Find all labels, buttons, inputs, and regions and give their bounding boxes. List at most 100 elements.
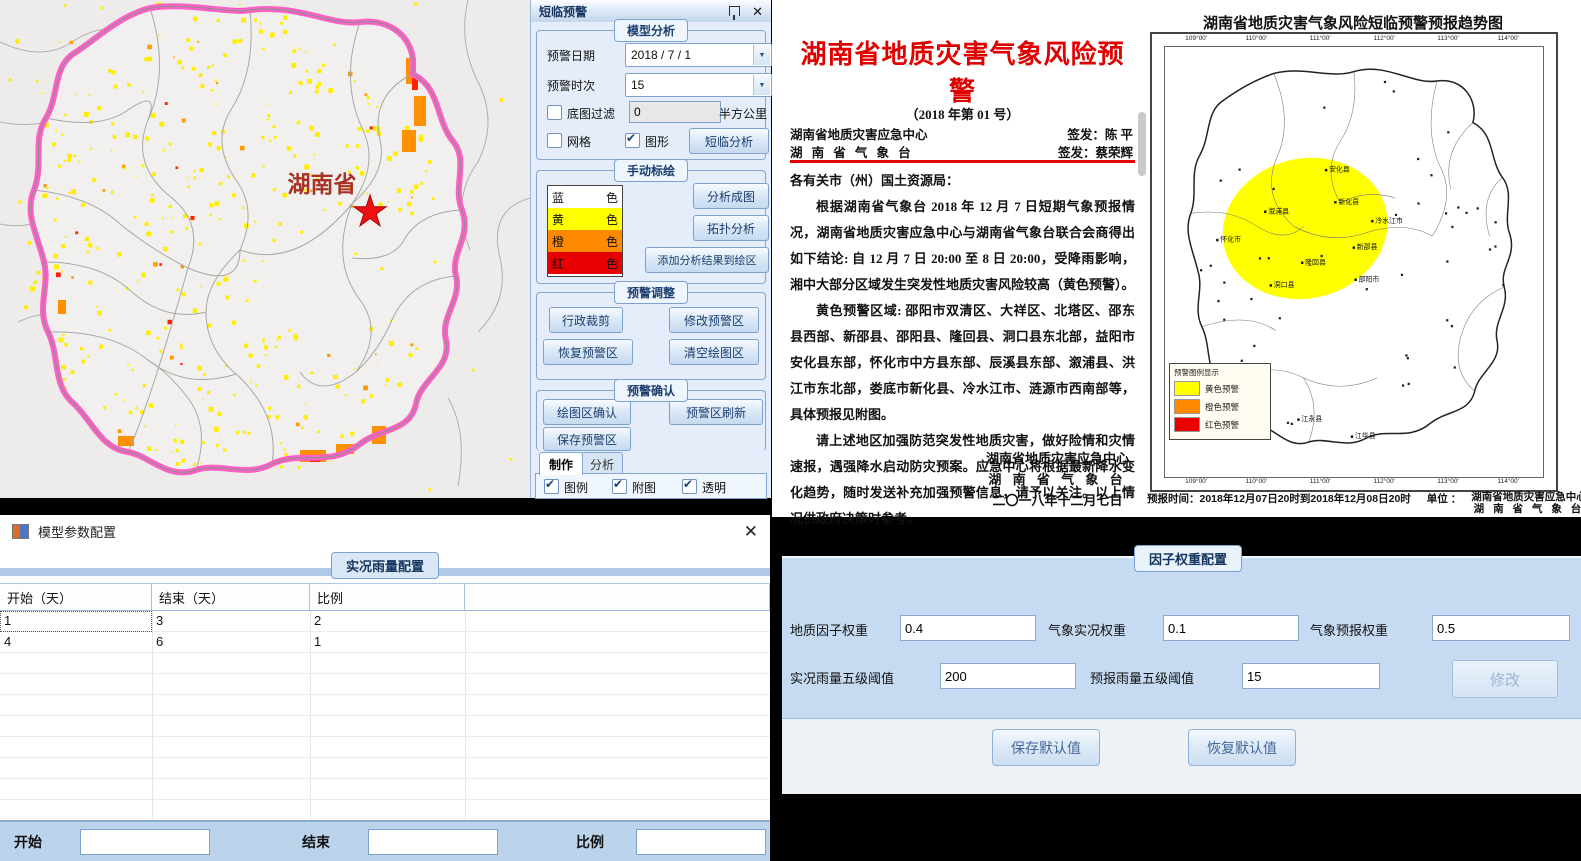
county-label: 邵阳市 [1359,274,1380,283]
draw-area-confirm-button[interactable]: 绘图区确认 [543,399,631,425]
signature-org2: 湖 南 省 气 象 台 [986,469,1129,490]
legend-checkbox[interactable] [544,479,559,494]
county-label: 冷水江市 [1375,216,1403,225]
col-start[interactable]: 开始（天） [0,584,152,610]
obs-weight-input[interactable] [1163,615,1299,641]
close-icon[interactable]: ✕ [752,5,763,18]
table-row[interactable]: 1 3 2 [0,611,770,632]
model-analysis-group-label: 模型分析 [614,19,688,42]
legend-item-orange: 橙色预警 [1174,399,1266,414]
legend-label: 红色预警 [1205,419,1239,431]
document-sign-line2: 签发：蔡荣辉 [1058,142,1133,161]
warning-time-select[interactable]: 15 ▼ [625,73,772,97]
trend-map-panel: 湖南省地质灾害气象风险短临预警预报趋势图 109°00′ 110°00′ 111… [1147,4,1559,514]
end-label: 结束 [302,832,330,852]
color-item-red[interactable]: 红 色 [548,252,622,274]
warning-date-select[interactable]: 2018 / 7 / 1 ▼ [625,43,772,67]
color-item-blue[interactable]: 蓝 色 [548,186,622,208]
dialog-titlebar[interactable]: 模型参数配置 ✕ [0,515,770,548]
start-input[interactable] [80,829,210,855]
transparent-checkbox[interactable] [682,479,697,494]
county-label: 江永县 [1301,414,1322,423]
save-defaults-button[interactable]: 保存默认值 [992,729,1100,766]
restore-defaults-button[interactable]: 恢复默认值 [1188,729,1296,766]
tab-analysis[interactable]: 分析 [581,452,623,475]
attach-map-checkbox-label: 附图 [632,479,656,496]
forecast-weight-label: 气象预报权重 [1310,620,1388,639]
geo-weight-label: 地质因子权重 [790,620,868,639]
dialog-footer-bar: 开始 结束 比例 [0,820,770,861]
col-ratio[interactable]: 比例 [310,584,465,610]
modify-button[interactable]: 修改 [1452,660,1558,698]
factor-weight-group-label: 因子权重配置 [1134,545,1242,572]
grid-label: 网格 [567,133,591,150]
pin-icon[interactable] [729,6,740,16]
cell-ratio[interactable]: 1 [310,632,465,653]
lon-tick: 112°00′ [1373,478,1394,485]
forecast-threshold-input[interactable] [1242,663,1380,689]
cell-end[interactable]: 6 [152,632,310,653]
lon-tick: 113°00′ [1437,478,1458,485]
factor-weight-panel: 因子权重配置 地质因子权重 气象实况权重 气象预报权重 实况雨量五级阈值 预报雨… [782,556,1581,794]
warning-document: 湖南省地质灾害气象风险预警 （2018 年第 01 号） 湖南省地质灾害应急中心… [790,0,1135,517]
close-icon[interactable]: ✕ [744,522,758,542]
warning-time-value: 15 [631,78,644,92]
lon-tick: 114°00′ [1497,35,1518,42]
modify-warning-area-button[interactable]: 修改预警区 [669,307,759,333]
lon-tick: 111°00′ [1310,478,1331,485]
obs-threshold-label: 实况雨量五级阈值 [790,668,894,687]
end-input[interactable] [368,829,498,855]
warning-area-refresh-button[interactable]: 预警区刷新 [669,399,763,425]
cell-start[interactable]: 1 [0,611,152,632]
cell-end[interactable]: 3 [152,611,310,632]
warning-adjust-group: 预警调整 行政裁剪 修改预警区 恢复预警区 清空绘图区 [536,292,766,380]
province-label: 湖南省 [288,172,357,197]
signature-org1: 湖南省地质灾害应急中心 [986,448,1129,469]
add-analysis-result-button[interactable]: 添加分析结果到绘区 [645,247,769,273]
col-blank [465,584,770,610]
lon-tick: 110°00′ [1246,478,1267,485]
tab-make[interactable]: 制作 [539,452,583,475]
document-and-map-area: 湖南省地质灾害气象风险预警 （2018 年第 01 号） 湖南省地质灾害应急中心… [772,0,1581,517]
attach-map-checkbox[interactable] [612,479,627,494]
cell-start[interactable]: 4 [0,632,152,653]
table-row[interactable]: 4 6 1 [0,632,770,653]
col-end[interactable]: 结束（天） [152,584,310,610]
obs-threshold-input[interactable] [940,663,1076,689]
lon-tick: 113°00′ [1437,35,1458,42]
lon-tick: 109°00′ [1185,35,1207,42]
color-item-yellow[interactable]: 黄 色 [548,208,622,230]
table-body[interactable]: 1 3 2 4 6 1 [0,611,770,820]
restore-warning-area-button[interactable]: 恢复预警区 [543,339,633,365]
save-warning-area-button[interactable]: 保存预警区 [543,427,631,451]
grid-checkbox[interactable] [547,133,562,148]
geo-weight-input[interactable] [900,615,1036,641]
basemap-filter-checkbox[interactable] [547,105,562,120]
warning-time-label: 预警时次 [547,77,595,94]
clear-draw-area-button[interactable]: 清空绘图区 [669,339,759,365]
basemap-filter-label: 底图过滤 [567,105,615,122]
cell-blank [465,632,770,653]
red-divider-rule [790,160,1135,163]
document-scrollbar-thumb[interactable] [1138,112,1146,176]
ratio-input[interactable] [636,829,766,855]
filter-area-input[interactable] [629,101,721,123]
warning-confirm-group: 预警确认 绘图区确认 预警区刷新 保存预警区 [536,390,766,451]
admin-clip-button[interactable]: 行政裁剪 [549,307,623,333]
shape-label: 图形 [645,133,669,150]
gis-map-canvas[interactable]: 湖南省 [0,0,530,498]
shape-checkbox[interactable] [625,133,640,148]
forecast-weight-input[interactable] [1432,615,1570,641]
short-term-analysis-button[interactable]: 短临分析 [689,128,769,154]
chevron-down-icon[interactable]: ▼ [753,75,770,95]
orange-swatch [1174,399,1200,414]
cell-ratio[interactable]: 2 [310,611,465,632]
legend-item-yellow: 黄色预警 [1174,381,1266,396]
chevron-down-icon[interactable]: ▼ [753,45,770,65]
longitude-ticks-top: 109°00′ 110°00′ 111°00′ 112°00′ 113°00′ … [1166,35,1542,46]
analysis-to-map-button[interactable]: 分析成图 [693,183,769,209]
topology-analysis-button[interactable]: 拓扑分析 [693,215,769,241]
color-item-orange[interactable]: 橙 色 [548,230,622,252]
transparent-checkbox-label: 透明 [702,479,726,496]
longitude-ticks-bottom: 109°00′ 110°00′ 111°00′ 112°00′ 113°00′ … [1166,478,1542,489]
